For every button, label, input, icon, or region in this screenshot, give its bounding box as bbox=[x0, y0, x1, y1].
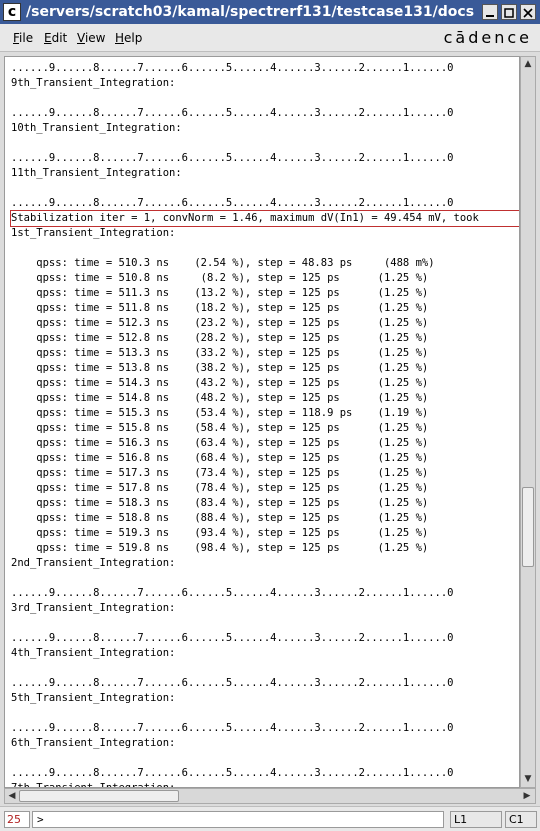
status-bar: 25 > L1 C1 bbox=[0, 806, 540, 831]
log-line: qpss: time = 514.8 ns (48.2 %), step = 1… bbox=[11, 392, 429, 404]
log-line: qpss: time = 516.3 ns (63.4 %), step = 1… bbox=[11, 437, 429, 449]
command-input[interactable]: > bbox=[32, 811, 444, 828]
log-line: qpss: time = 510.8 ns (8.2 %), step = 12… bbox=[11, 272, 429, 284]
log-line: qpss: time = 518.8 ns (88.4 %), step = 1… bbox=[11, 512, 429, 524]
minimize-icon bbox=[486, 15, 494, 17]
maximize-icon bbox=[504, 8, 514, 18]
vertical-scrollbar[interactable]: ▲ ▼ bbox=[520, 56, 536, 788]
log-line: 10th_Transient_Integration: bbox=[11, 122, 182, 134]
horizontal-scrollbar[interactable]: ◀ ▶ bbox=[4, 788, 536, 804]
log-line: 7th_Transient_Integration: bbox=[11, 782, 176, 788]
log-line: qpss: time = 514.3 ns (43.2 %), step = 1… bbox=[11, 377, 429, 389]
log-line: qpss: time = 513.3 ns (33.2 %), step = 1… bbox=[11, 347, 429, 359]
minimize-button[interactable] bbox=[482, 4, 498, 20]
window-title: /servers/scratch03/kamal/spectrerf131/te… bbox=[26, 4, 475, 20]
title-bar[interactable]: c /servers/scratch03/kamal/spectrerf131/… bbox=[0, 0, 540, 24]
menu-view[interactable]: View bbox=[77, 24, 105, 52]
menu-bar: File Edit View Help cādence bbox=[0, 24, 540, 52]
log-line: 2nd_Transient_Integration: bbox=[11, 557, 176, 569]
log-line: qpss: time = 512.8 ns (28.2 %), step = 1… bbox=[11, 332, 429, 344]
log-line: ......9......8......7......6......5.....… bbox=[11, 677, 454, 689]
line-indicator: L1 bbox=[450, 811, 502, 828]
vertical-scroll-thumb[interactable] bbox=[522, 487, 534, 567]
log-line: qpss: time = 519.3 ns (93.4 %), step = 1… bbox=[11, 527, 429, 539]
log-line: 1st_Transient_Integration: bbox=[11, 227, 176, 239]
scroll-up-icon[interactable]: ▲ bbox=[522, 58, 534, 70]
log-line: qpss: time = 512.3 ns (23.2 %), step = 1… bbox=[11, 317, 429, 329]
log-line: Stabilization iter = 1, convNorm = 1.46,… bbox=[11, 212, 479, 224]
log-line: ......9......8......7......6......5.....… bbox=[11, 632, 454, 644]
log-line: 6th_Transient_Integration: bbox=[11, 737, 176, 749]
maximize-button[interactable] bbox=[501, 4, 517, 20]
cadence-logo: cādence bbox=[443, 28, 532, 47]
log-line: qpss: time = 511.3 ns (13.2 %), step = 1… bbox=[11, 287, 429, 299]
menu-help[interactable]: Help bbox=[115, 24, 142, 52]
log-line: ......9......8......7......6......5.....… bbox=[11, 197, 454, 209]
log-line: qpss: time = 515.8 ns (58.4 %), step = 1… bbox=[11, 422, 429, 434]
close-button[interactable] bbox=[520, 4, 536, 20]
app-icon[interactable]: c bbox=[3, 3, 21, 21]
log-line: 9th_Transient_Integration: bbox=[11, 77, 176, 89]
log-line: qpss: time = 516.8 ns (68.4 %), step = 1… bbox=[11, 452, 429, 464]
log-line: qpss: time = 513.8 ns (38.2 %), step = 1… bbox=[11, 362, 429, 374]
log-line: ......9......8......7......6......5.....… bbox=[11, 107, 454, 119]
log-line: qpss: time = 518.3 ns (83.4 %), step = 1… bbox=[11, 497, 429, 509]
scroll-right-icon[interactable]: ▶ bbox=[521, 790, 533, 802]
scroll-left-icon[interactable]: ◀ bbox=[6, 790, 18, 802]
log-line: 3rd_Transient_Integration: bbox=[11, 602, 176, 614]
column-indicator: C1 bbox=[505, 811, 537, 828]
menu-edit[interactable]: Edit bbox=[44, 24, 67, 52]
horizontal-scroll-thumb[interactable] bbox=[19, 790, 179, 802]
log-line: qpss: time = 519.8 ns (98.4 %), step = 1… bbox=[11, 542, 429, 554]
log-line: ......9......8......7......6......5.....… bbox=[11, 587, 454, 599]
log-output[interactable]: ......9......8......7......6......5.....… bbox=[4, 56, 520, 788]
log-line: qpss: time = 515.3 ns (53.4 %), step = 1… bbox=[11, 407, 429, 419]
log-line: ......9......8......7......6......5.....… bbox=[11, 62, 454, 74]
log-line: ......9......8......7......6......5.....… bbox=[11, 767, 454, 779]
line-number: 25 bbox=[4, 811, 30, 828]
log-line: 11th_Transient_Integration: bbox=[11, 167, 182, 179]
log-line: qpss: time = 510.3 ns (2.54 %), step = 4… bbox=[11, 257, 435, 269]
log-line: qpss: time = 517.8 ns (78.4 %), step = 1… bbox=[11, 482, 429, 494]
scroll-down-icon[interactable]: ▼ bbox=[522, 773, 534, 785]
log-line: 5th_Transient_Integration: bbox=[11, 692, 176, 704]
log-line: ......9......8......7......6......5.....… bbox=[11, 722, 454, 734]
log-line: qpss: time = 517.3 ns (73.4 %), step = 1… bbox=[11, 467, 429, 479]
log-line: ......9......8......7......6......5.....… bbox=[11, 152, 454, 164]
menu-file[interactable]: File bbox=[13, 24, 33, 52]
log-line: qpss: time = 511.8 ns (18.2 %), step = 1… bbox=[11, 302, 429, 314]
close-icon bbox=[523, 8, 533, 18]
log-line: 4th_Transient_Integration: bbox=[11, 647, 176, 659]
